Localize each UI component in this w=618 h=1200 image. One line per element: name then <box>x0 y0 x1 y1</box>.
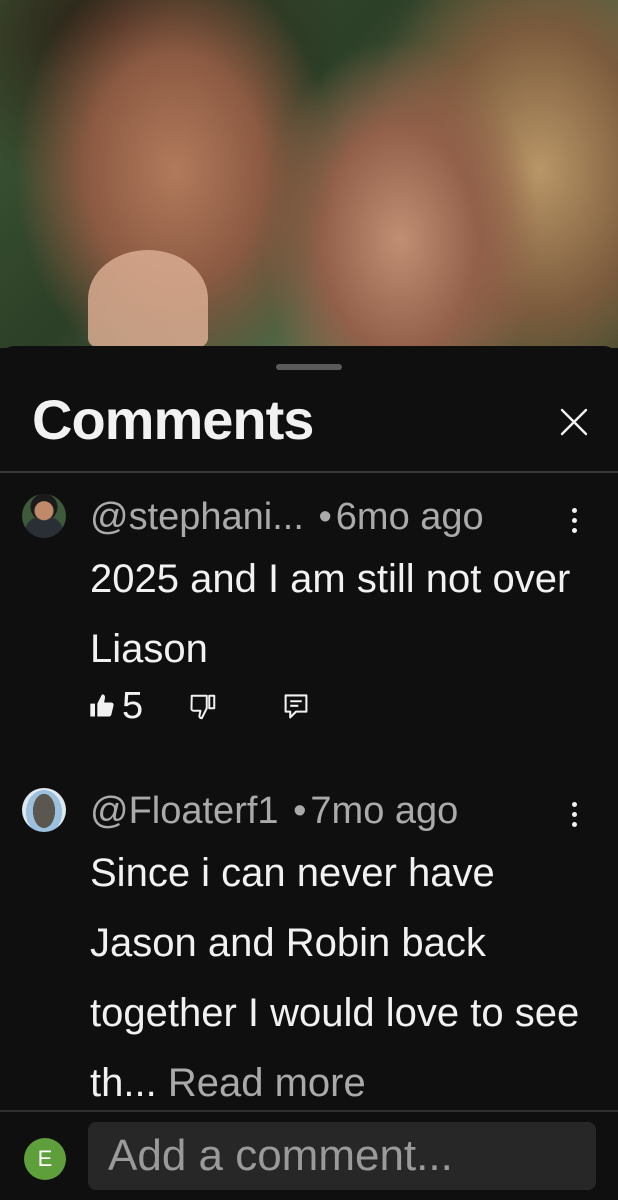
more-vert-icon <box>571 507 577 513</box>
close-button[interactable] <box>552 400 596 444</box>
composer-divider <box>0 1110 618 1112</box>
comment-meta: @stephani... • 6mo ago <box>90 494 484 540</box>
reply-icon <box>284 694 308 719</box>
comment-menu-button[interactable] <box>556 796 592 832</box>
panel-title: Comments <box>32 388 314 451</box>
comment-text: 2025 and I am still not over Liason <box>90 557 571 671</box>
close-icon <box>560 408 588 436</box>
thumb-up-icon <box>90 694 114 717</box>
comment-time: 7mo ago <box>310 790 459 832</box>
video-player[interactable] <box>0 0 618 348</box>
comment-input[interactable] <box>88 1122 596 1190</box>
comment-time: 6mo ago <box>335 496 484 538</box>
like-button[interactable]: 5 <box>88 686 143 726</box>
comments-panel: Comments @stephani... • 6mo ago 2025 and … <box>0 346 618 1200</box>
more-vert-icon <box>571 801 577 807</box>
comment-menu-button[interactable] <box>556 502 592 538</box>
meta-separator: • <box>318 496 332 538</box>
comment-meta: @Floaterf1 • 7mo ago <box>90 788 458 834</box>
avatar[interactable] <box>22 788 66 832</box>
comment-actions: 5 <box>88 686 328 732</box>
header-divider <box>0 471 618 473</box>
video-frame-detail <box>88 250 208 348</box>
reply-button[interactable] <box>282 692 310 722</box>
read-more-link[interactable]: Read more <box>168 1061 366 1105</box>
user-avatar: E <box>24 1138 66 1180</box>
dislike-button[interactable] <box>188 692 218 722</box>
comment-author[interactable]: @Floaterf1 <box>90 790 279 832</box>
comment-author[interactable]: @stephani... <box>90 496 304 538</box>
drag-handle[interactable] <box>276 364 342 370</box>
avatar[interactable] <box>22 494 66 538</box>
thumb-down-icon <box>190 694 216 720</box>
comment-text: Since i can never have Jason and Robin b… <box>90 838 590 1118</box>
like-count: 5 <box>122 685 144 727</box>
meta-separator: • <box>293 790 307 832</box>
